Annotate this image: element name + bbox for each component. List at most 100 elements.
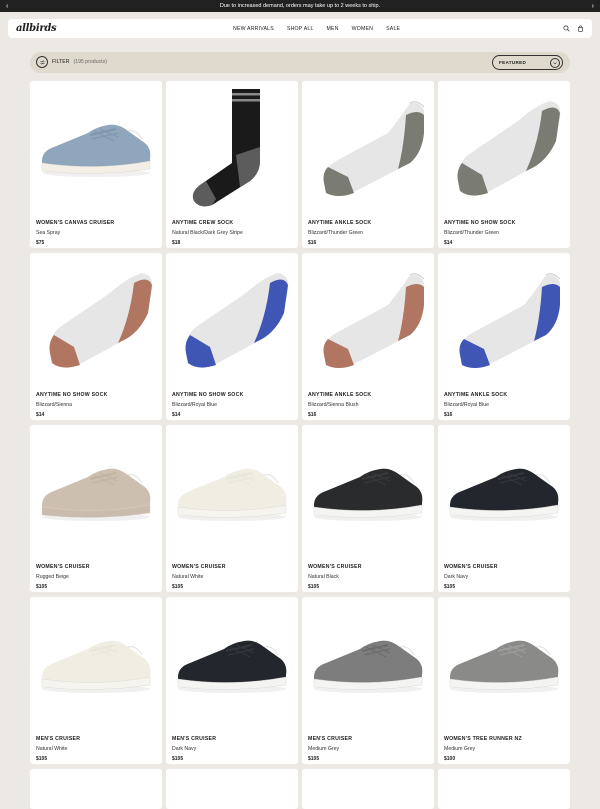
product-price: $16 <box>308 412 317 418</box>
product-name[interactable]: Anytime No Show Sock <box>36 392 108 398</box>
product-info: Anytime Ankle Sock Blizzard/Sienna Blush… <box>308 392 371 418</box>
product-card[interactable]: Anytime No Show Sock Blizzard/Royal Blue… <box>166 253 298 420</box>
product-info: Anytime Ankle Sock Blizzard/Thunder Gree… <box>308 220 371 246</box>
product-card[interactable]: Women's Canvas Cruiser Sea Spray $75 <box>30 81 162 248</box>
product-card[interactable]: Anytime Ankle Sock Blizzard/Royal Blue $… <box>438 253 570 420</box>
product-name[interactable]: Women's Tree Runner NZ <box>444 736 522 742</box>
nav-link-sale[interactable]: SALE <box>386 26 400 32</box>
product-image <box>41 468 151 521</box>
product-card[interactable]: Women's Cruiser Natural Black $105 <box>302 425 434 592</box>
search-icon[interactable] <box>563 25 570 32</box>
product-info: Anytime Ankle Sock Blizzard/Royal Blue $… <box>444 392 507 418</box>
nav-link-new-arrivals[interactable]: NEW ARRIVALS <box>233 26 274 32</box>
product-card[interactable]: Anytime No Show Sock Blizzard/Sienna $14 <box>30 253 162 420</box>
product-grid-next-row <box>30 769 570 809</box>
filter-button[interactable]: FILTER (195 products) <box>36 56 107 68</box>
product-color: Blizzard/Thunder Green <box>308 230 364 236</box>
product-info: Women's Cruiser Natural White $105 <box>172 564 226 590</box>
product-info: Women's Cruiser Rugged Beige $105 <box>36 564 90 590</box>
product-price: $105 <box>308 584 320 590</box>
product-name[interactable]: Anytime No Show Sock <box>172 392 244 398</box>
product-name[interactable]: Anytime Ankle Sock <box>444 392 507 398</box>
product-name[interactable]: Anytime Ankle Sock <box>308 392 371 398</box>
product-color: Blizzard/Sienna Blush <box>308 402 359 408</box>
nav-icons <box>563 25 584 32</box>
filter-label: FILTER <box>52 59 70 65</box>
product-color: Sea Spray <box>36 230 61 236</box>
announcement-text: Due to increased demand, orders may take… <box>219 3 381 9</box>
product-image <box>313 468 423 521</box>
product-name[interactable]: Men's Cruiser <box>308 736 352 742</box>
chevron-down-icon <box>550 58 560 68</box>
brand-logo[interactable]: allbirds <box>16 23 57 34</box>
nav-link-shop-all[interactable]: SHOP ALL <box>287 26 314 32</box>
product-card[interactable]: Men's Cruiser Natural White $105 <box>30 597 162 764</box>
product-card[interactable]: Anytime Crew Sock Natural Black/Dark Gre… <box>166 81 298 248</box>
product-grid: Women's Canvas Cruiser Sea Spray $75 Any… <box>30 81 570 764</box>
product-image <box>459 273 561 368</box>
product-card[interactable] <box>302 769 434 809</box>
product-color: Dark Navy <box>172 746 197 752</box>
product-image <box>449 468 559 521</box>
product-color: Medium Grey <box>444 746 476 752</box>
product-name[interactable]: Women's Canvas Cruiser <box>36 220 114 226</box>
product-price: $75 <box>36 240 45 246</box>
chevron-left-icon[interactable]: ‹ <box>6 0 8 12</box>
product-color: Rugged Beige <box>36 574 69 580</box>
product-name[interactable]: Anytime Ankle Sock <box>308 220 371 226</box>
nav-link-men[interactable]: MEN <box>327 26 339 32</box>
product-card[interactable]: Anytime Ankle Sock Blizzard/Thunder Gree… <box>302 81 434 248</box>
product-card[interactable]: Men's Cruiser Dark Navy $105 <box>166 597 298 764</box>
product-card[interactable] <box>438 769 570 809</box>
nav-link-women[interactable]: WOMEN <box>352 26 373 32</box>
product-info: Women's Cruiser Dark Navy $105 <box>444 564 498 590</box>
product-price: $18 <box>172 240 181 246</box>
product-price: $16 <box>308 240 317 246</box>
product-name[interactable]: Anytime Crew Sock <box>172 220 243 226</box>
product-info: Women's Cruiser Natural Black $105 <box>308 564 362 590</box>
product-card[interactable]: Women's Cruiser Dark Navy $105 <box>438 425 570 592</box>
product-image <box>185 273 289 368</box>
product-card[interactable] <box>166 769 298 809</box>
product-name[interactable]: Anytime No Show Sock <box>444 220 516 226</box>
product-info: Men's Cruiser Dark Navy $105 <box>172 736 216 762</box>
product-price: $105 <box>172 584 184 590</box>
product-name[interactable]: Women's Cruiser <box>36 564 90 570</box>
product-name[interactable]: Women's Cruiser <box>308 564 362 570</box>
product-info: Anytime No Show Sock Blizzard/Thunder Gr… <box>444 220 516 246</box>
product-name[interactable]: Women's Cruiser <box>172 564 226 570</box>
product-image <box>177 468 287 521</box>
product-name[interactable]: Men's Cruiser <box>36 736 80 742</box>
product-info: Anytime Crew Sock Natural Black/Dark Gre… <box>172 220 243 246</box>
chevron-right-icon[interactable]: › <box>592 0 594 12</box>
product-color: Medium Grey <box>308 746 340 752</box>
product-image <box>41 124 151 177</box>
product-price: $14 <box>36 412 45 418</box>
product-card[interactable] <box>30 769 162 809</box>
product-name[interactable]: Women's Cruiser <box>444 564 498 570</box>
product-name[interactable]: Men's Cruiser <box>172 736 216 742</box>
product-price: $105 <box>308 756 320 762</box>
top-navigation: allbirds NEW ARRIVALS SHOP ALL MEN WOMEN… <box>8 19 592 38</box>
product-card[interactable]: Men's Cruiser Medium Grey $105 <box>302 597 434 764</box>
cart-icon[interactable] <box>577 25 584 32</box>
product-card[interactable]: Anytime No Show Sock Blizzard/Thunder Gr… <box>438 81 570 248</box>
product-card[interactable]: Women's Cruiser Rugged Beige $105 <box>30 425 162 592</box>
product-image <box>41 640 151 693</box>
product-price: $16 <box>444 412 453 418</box>
product-image <box>49 273 153 368</box>
sort-dropdown[interactable]: FEATURED <box>492 55 563 70</box>
product-color: Blizzard/Royal Blue <box>444 402 489 408</box>
product-image <box>323 101 425 196</box>
product-card[interactable]: Women's Cruiser Natural White $105 <box>166 425 298 592</box>
product-price: $100 <box>444 756 456 762</box>
product-price: $105 <box>444 584 456 590</box>
product-card[interactable]: Anytime Ankle Sock Blizzard/Sienna Blush… <box>302 253 434 420</box>
product-card[interactable]: Women's Tree Runner NZ Medium Grey $100 <box>438 597 570 764</box>
product-color: Dark Navy <box>444 574 469 580</box>
product-image <box>192 89 260 207</box>
product-price: $14 <box>444 240 453 246</box>
product-info: Anytime No Show Sock Blizzard/Sienna $14 <box>36 392 108 418</box>
product-color: Blizzard/Sienna <box>36 402 73 408</box>
sort-label: FEATURED <box>499 60 527 65</box>
